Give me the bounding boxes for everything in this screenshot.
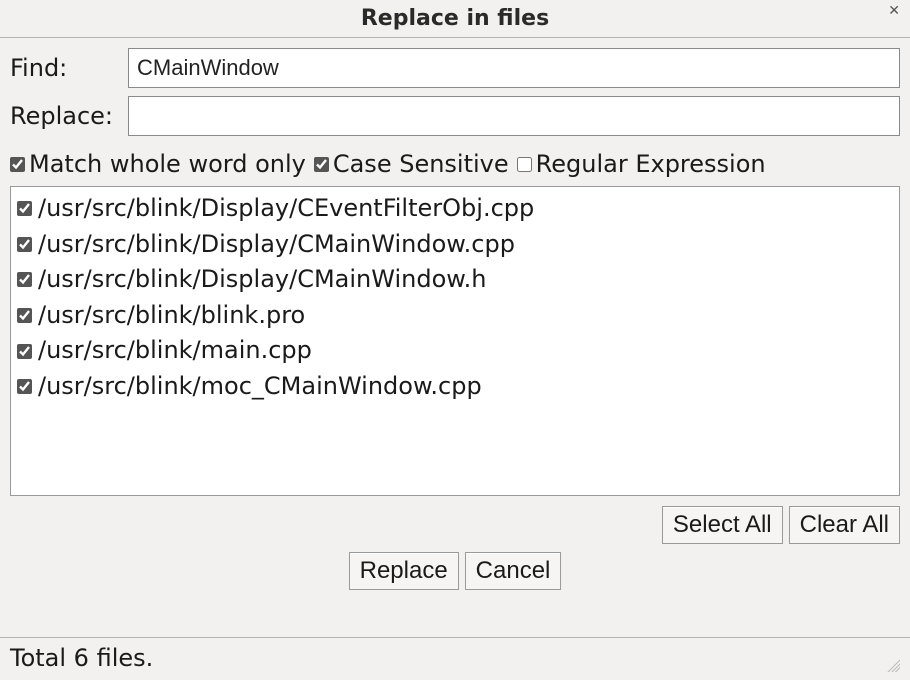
option-whole-word: Match whole word only (10, 150, 306, 178)
resize-grip-icon[interactable] (884, 656, 900, 672)
case-sensitive-checkbox[interactable] (314, 157, 329, 172)
file-row[interactable]: /usr/src/blink/Display/CMainWindow.h (17, 262, 893, 298)
case-sensitive-label: Case Sensitive (333, 150, 509, 178)
window-title: Replace in files (361, 6, 549, 31)
option-case-sensitive: Case Sensitive (314, 150, 509, 178)
file-checkbox[interactable] (17, 379, 32, 394)
replace-button[interactable]: Replace (349, 552, 459, 590)
close-icon[interactable]: ✕ (888, 4, 900, 18)
dialog-content: Find: Replace: Match whole word only Cas… (0, 38, 910, 637)
file-checkbox[interactable] (17, 272, 32, 287)
replace-input[interactable] (128, 96, 900, 136)
status-text: Total 6 files. (10, 644, 153, 672)
regex-checkbox[interactable] (517, 157, 532, 172)
titlebar: Replace in files ✕ (0, 0, 910, 38)
find-row: Find: (10, 48, 900, 88)
find-label: Find: (10, 54, 128, 82)
file-path: /usr/src/blink/Display/CEventFilterObj.c… (38, 192, 534, 226)
file-row[interactable]: /usr/src/blink/Display/CEventFilterObj.c… (17, 191, 893, 227)
file-row[interactable]: /usr/src/blink/main.cpp (17, 333, 893, 369)
file-checkbox[interactable] (17, 201, 32, 216)
action-buttons: Replace Cancel (10, 552, 900, 590)
statusbar: Total 6 files. (0, 637, 910, 680)
replace-row: Replace: (10, 96, 900, 136)
file-path: /usr/src/blink/moc_CMainWindow.cpp (38, 370, 482, 404)
regex-label: Regular Expression (536, 150, 766, 178)
cancel-button[interactable]: Cancel (465, 552, 562, 590)
whole-word-checkbox[interactable] (10, 157, 25, 172)
select-all-button[interactable]: Select All (662, 506, 783, 544)
file-checkbox[interactable] (17, 237, 32, 252)
find-input[interactable] (128, 48, 900, 88)
replace-label: Replace: (10, 102, 128, 130)
file-row[interactable]: /usr/src/blink/moc_CMainWindow.cpp (17, 369, 893, 405)
file-path: /usr/src/blink/Display/CMainWindow.cpp (38, 228, 515, 262)
file-row[interactable]: /usr/src/blink/Display/CMainWindow.cpp (17, 227, 893, 263)
file-checkbox[interactable] (17, 344, 32, 359)
file-checkbox[interactable] (17, 308, 32, 323)
file-path: /usr/src/blink/main.cpp (38, 334, 312, 368)
options-row: Match whole word only Case Sensitive Reg… (10, 150, 900, 178)
file-list[interactable]: /usr/src/blink/Display/CEventFilterObj.c… (10, 186, 900, 496)
clear-all-button[interactable]: Clear All (789, 506, 900, 544)
file-path: /usr/src/blink/Display/CMainWindow.h (38, 263, 487, 297)
file-row[interactable]: /usr/src/blink/blink.pro (17, 298, 893, 334)
whole-word-label: Match whole word only (29, 150, 306, 178)
file-path: /usr/src/blink/blink.pro (38, 299, 305, 333)
selection-buttons: Select All Clear All (10, 506, 900, 544)
option-regex: Regular Expression (517, 150, 766, 178)
